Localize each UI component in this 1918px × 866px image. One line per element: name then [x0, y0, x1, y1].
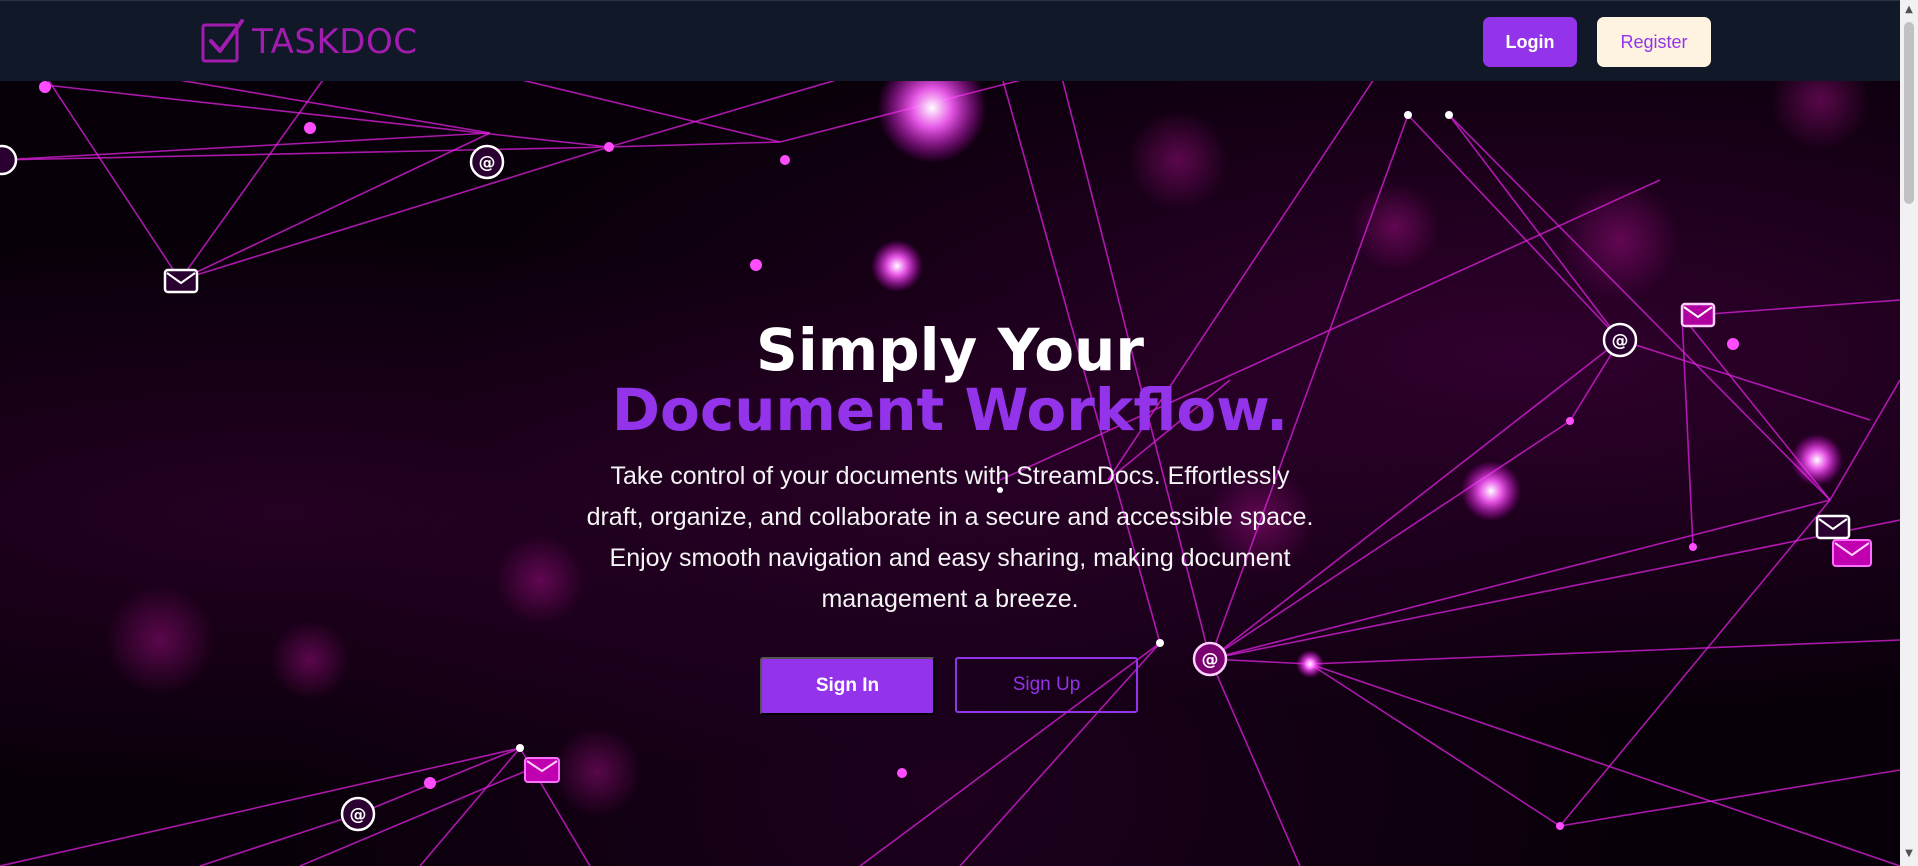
glow-orb — [1296, 650, 1324, 678]
glow-orb — [1461, 461, 1521, 521]
at-sign-icon — [0, 144, 18, 176]
scroll-down-icon[interactable]: ▼ — [1900, 848, 1918, 862]
login-button[interactable]: Login — [1483, 17, 1577, 67]
checkbox-document-icon — [201, 19, 244, 63]
sign-in-button[interactable]: Sign In — [760, 657, 935, 715]
svg-text:@: @ — [479, 153, 496, 173]
svg-text:@: @ — [1202, 650, 1219, 670]
scroll-up-icon[interactable]: ▲ — [1900, 4, 1918, 18]
envelope-icon — [524, 757, 560, 783]
hero-description: Take control of your documents with Stre… — [586, 462, 1314, 613]
glow-orb — [877, 80, 987, 163]
register-button[interactable]: Register — [1597, 17, 1711, 67]
svg-text:@: @ — [350, 805, 367, 825]
hero-headline-primary: Simply Your — [756, 316, 1144, 384]
envelope-icon — [1832, 539, 1872, 567]
page-scrollbar[interactable]: ▲ ▼ — [1900, 0, 1918, 866]
sign-up-button[interactable]: Sign Up — [955, 657, 1138, 713]
at-sign-icon: @ — [340, 796, 376, 832]
at-sign-icon: @ — [469, 144, 505, 180]
brand-logo[interactable]: TASKDOC — [200, 19, 417, 65]
brand-name: TASKDOC — [252, 22, 418, 62]
hero-headline-accent: Document Workflow. — [611, 376, 1289, 444]
at-sign-icon: @ — [1192, 641, 1228, 677]
scrollbar-thumb[interactable] — [1904, 22, 1914, 204]
envelope-icon — [1815, 514, 1851, 540]
envelope-icon — [163, 268, 199, 294]
top-navbar: TASKDOC Login Register — [0, 0, 1900, 81]
glow-orb — [871, 240, 923, 292]
